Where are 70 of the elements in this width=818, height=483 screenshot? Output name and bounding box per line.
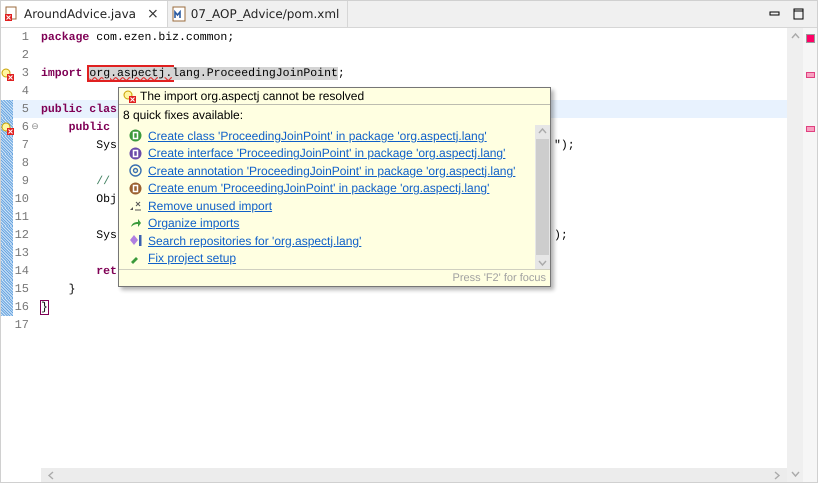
code-token: }: [68, 282, 76, 296]
quick-fix-link[interactable]: Fix project setup: [129, 250, 535, 267]
quick-fix-link[interactable]: Remove unused import: [129, 197, 535, 214]
fold-icon[interactable]: ⊖: [29, 122, 41, 132]
code-token: Obj: [95, 192, 117, 206]
maven-file-icon: [172, 6, 186, 22]
line-number: 17: [14, 318, 29, 332]
error-marker[interactable]: [806, 72, 815, 78]
line-number: 9: [20, 174, 29, 188]
diamond-icon: [129, 234, 142, 248]
code-token: package: [41, 30, 90, 44]
line-number: 6: [20, 120, 29, 134]
error-summary-marker[interactable]: [806, 34, 815, 43]
line-number: 11: [14, 210, 29, 224]
line-number: 8: [20, 156, 29, 170]
scroll-left-icon[interactable]: [47, 470, 56, 480]
line-number: 4: [20, 84, 29, 98]
scroll-down-icon[interactable]: [790, 469, 800, 478]
line-number: 2: [20, 48, 29, 62]
error-bulb-icon: [1, 122, 14, 135]
quick-fix-link[interactable]: Create class 'ProceedingJoinPoint' in package 'org.aspectj.lang': [129, 127, 535, 144]
code-token: public clas: [41, 102, 117, 116]
quick-fix-link[interactable]: Create interface 'ProceedingJoinPoint' in package 'org.aspectj.lang': [129, 144, 535, 162]
line-number: 12: [14, 228, 29, 242]
scroll-up-icon[interactable]: [538, 127, 547, 136]
quick-fix-count: 8 quick fixes available:: [122, 107, 244, 124]
code-token: ret: [95, 264, 117, 278]
scroll-down-icon[interactable]: [538, 258, 547, 267]
code-token: ");: [554, 138, 575, 152]
close-icon[interactable]: ×: [147, 6, 159, 22]
code-token: lang.ProceedingJoinPoint: [172, 66, 338, 80]
line-number: 16: [14, 300, 29, 314]
scroll-right-icon[interactable]: [772, 470, 781, 480]
editor-tab[interactable]: AroundAdvice.java ×: [1, 1, 168, 27]
java-file-error-icon: [5, 6, 19, 22]
code-token: Sys: [95, 228, 117, 242]
code-token: }: [41, 300, 48, 314]
curved-arrow-icon: [129, 216, 142, 230]
quick-fix-link[interactable]: Create annotation 'ProceedingJoinPoint' in package 'org.aspectj.lang': [129, 162, 535, 180]
error-marker[interactable]: [806, 126, 815, 132]
code-token: Sys: [95, 138, 117, 152]
line-number: 5: [20, 102, 29, 116]
code-token: public: [68, 120, 110, 134]
horizontal-scrollbar[interactable]: [41, 468, 787, 482]
code-token: );: [554, 228, 568, 242]
line-number: 7: [20, 138, 29, 152]
quick-fix-link[interactable]: Search repositories for 'org.aspectj.lang': [129, 232, 535, 250]
focus-hint: Press 'F2' for focus: [119, 269, 550, 286]
code-token: org.aspectj.: [89, 66, 172, 80]
line-number: 13: [14, 246, 29, 260]
error-bulb-icon: [1, 68, 14, 81]
quick-fix-link[interactable]: Organize imports: [129, 214, 535, 232]
maximize-icon[interactable]: [793, 8, 805, 20]
line-number: 3: [20, 66, 29, 80]
quick-fix-link[interactable]: Create enum 'ProceedingJoinPoint' in package 'org.aspectj.lang': [129, 180, 535, 197]
error-bulb-icon: [123, 90, 136, 102]
line-number: 15: [14, 282, 29, 296]
vertical-scrollbar[interactable]: [787, 28, 803, 482]
code-token: //: [95, 174, 110, 188]
popup-scrollbar[interactable]: [535, 125, 550, 269]
problem-message: The import org.aspectj cannot be resolved: [140, 89, 364, 103]
at-sign-icon: [129, 164, 142, 178]
code-token: import: [41, 66, 82, 80]
line-number: 14: [14, 264, 29, 278]
code-token: com.ezen.biz.common;: [95, 30, 234, 44]
code-token: ;: [338, 66, 345, 80]
remove-import-icon: [129, 199, 142, 212]
scroll-up-icon[interactable]: [790, 32, 800, 41]
line-number: 10: [14, 192, 29, 206]
line-number: 1: [20, 30, 29, 44]
